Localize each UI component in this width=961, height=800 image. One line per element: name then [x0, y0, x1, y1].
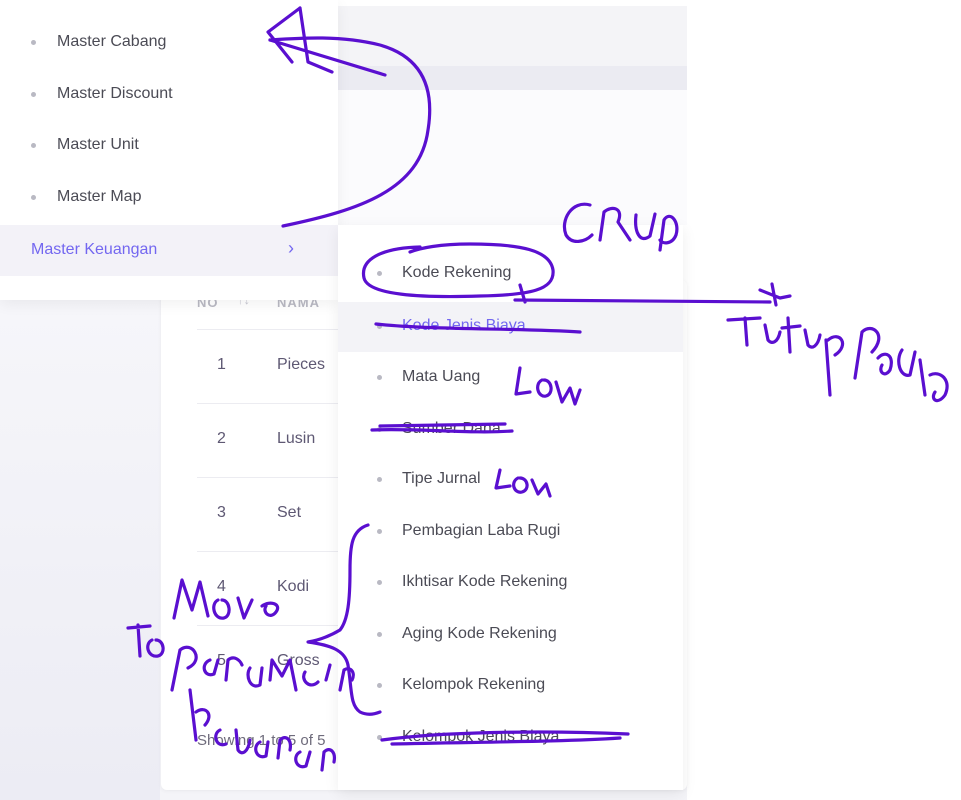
- keuangan-submenu: Kode Rekening Kode Jenis Biaya Mata Uang…: [338, 225, 683, 790]
- submenu-item-label: Kelompok Jenis Biaya: [402, 728, 560, 745]
- submenu-item-label: Aging Kode Rekening: [402, 625, 557, 642]
- background-right: [687, 0, 961, 800]
- row-number: 1: [217, 356, 226, 373]
- dot-icon: [377, 632, 382, 637]
- menu-item-master-discount[interactable]: Master Discount: [0, 70, 338, 120]
- submenu-item-tipe-jurnal[interactable]: Tipe Jurnal: [338, 455, 683, 505]
- submenu-item-label: Sumber Dana: [402, 420, 501, 437]
- submenu-item-mata-uang[interactable]: Mata Uang: [338, 353, 683, 403]
- row-name: Pieces: [277, 356, 326, 373]
- dot-icon: [377, 427, 382, 432]
- submenu-item-label: Kode Jenis Biaya: [402, 317, 526, 334]
- dot-icon: [31, 195, 36, 200]
- table-footer-info: Showing 1 to 5 of 5: [197, 732, 326, 749]
- dot-icon: [31, 40, 36, 45]
- dot-icon: [377, 271, 382, 276]
- submenu-item-kelompok-rekening[interactable]: Kelompok Rekening: [338, 661, 683, 711]
- navbar-band: [338, 66, 688, 90]
- dot-icon: [377, 529, 382, 534]
- submenu-item-pembagian-laba-rugi[interactable]: Pembagian Laba Rugi: [338, 507, 683, 557]
- background-left: [0, 300, 160, 800]
- submenu-item-kode-jenis-biaya[interactable]: Kode Jenis Biaya: [338, 302, 683, 352]
- menu-item-master-map[interactable]: Master Map: [0, 173, 338, 223]
- submenu-item-label: Pembagian Laba Rugi: [402, 522, 561, 539]
- dot-icon: [377, 683, 382, 688]
- chevron-right-icon: ›: [288, 238, 294, 258]
- dot-icon: [377, 580, 382, 585]
- submenu-item-label: Mata Uang: [402, 368, 481, 385]
- row-number: 4: [217, 578, 226, 595]
- row-name: Gross: [277, 652, 320, 669]
- row-name: Kodi: [277, 578, 310, 595]
- navbar-background: [338, 6, 688, 66]
- menu-item-master-cabang[interactable]: Master Cabang: [0, 18, 338, 68]
- dot-icon: [377, 477, 382, 482]
- row-number: 5: [217, 652, 226, 669]
- dot-icon: [377, 375, 382, 380]
- submenu-item-aging-kode-rekening[interactable]: Aging Kode Rekening: [338, 610, 683, 660]
- row-name: Set: [277, 504, 302, 521]
- submenu-item-ikhtisar-kode-rekening[interactable]: Ikhtisar Kode Rekening: [338, 558, 683, 608]
- dot-icon: [31, 143, 36, 148]
- submenu-item-sumber-dana[interactable]: Sumber Dana: [338, 405, 683, 455]
- submenu-item-kode-rekening[interactable]: Kode Rekening: [338, 249, 683, 299]
- dot-icon: [377, 735, 382, 740]
- menu-item-label: Master Map: [57, 188, 142, 205]
- menu-item-label: Master Keuangan: [31, 241, 158, 258]
- submenu-item-kelompok-jenis-biaya[interactable]: Kelompok Jenis Biaya: [338, 713, 683, 763]
- submenu-item-label: Kode Rekening: [402, 264, 512, 281]
- menu-item-label: Master Cabang: [57, 33, 167, 50]
- menu-item-label: Master Unit: [57, 136, 139, 153]
- row-number: 2: [217, 430, 226, 447]
- submenu-item-label: Tipe Jurnal: [402, 470, 481, 487]
- submenu-item-label: Kelompok Rekening: [402, 676, 546, 693]
- content-top-area: [338, 90, 688, 225]
- master-dropdown-menu: Master Cabang Master Discount Master Uni…: [0, 0, 338, 300]
- submenu-item-label: Ikhtisar Kode Rekening: [402, 573, 568, 590]
- row-number: 3: [217, 504, 226, 521]
- dot-icon: [31, 92, 36, 97]
- menu-item-master-keuangan[interactable]: Master Keuangan ›: [0, 225, 338, 276]
- dot-icon: [377, 324, 382, 329]
- menu-item-label: Master Discount: [57, 85, 173, 102]
- menu-item-master-unit[interactable]: Master Unit: [0, 121, 338, 171]
- row-name: Lusin: [277, 430, 316, 447]
